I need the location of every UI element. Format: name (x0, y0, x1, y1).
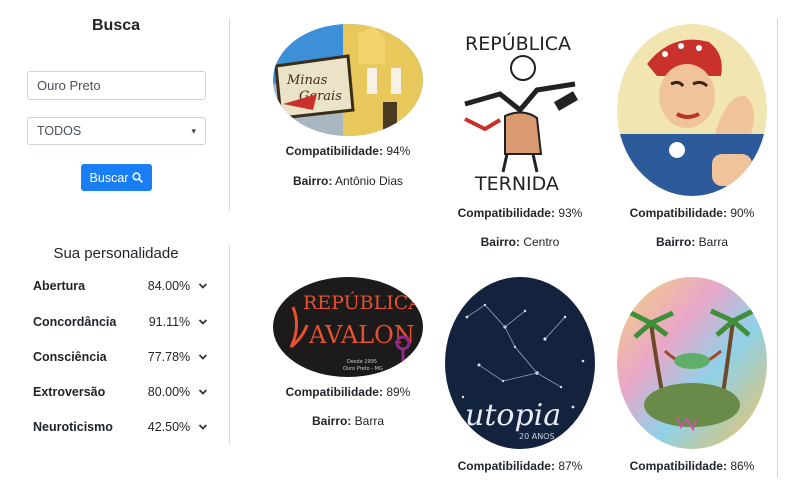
search-icon (132, 172, 144, 183)
trait-row-neuroticismo[interactable]: Neuroticismo 42.50% (33, 418, 208, 436)
trait-name: Concordância (33, 315, 117, 329)
chevron-down-icon[interactable] (198, 281, 208, 291)
trait-name: Consciência (33, 350, 107, 364)
svg-text:Minas: Minas (286, 73, 328, 88)
search-button[interactable]: Buscar (81, 164, 152, 191)
sidebar: Busca TODOS ▾ Buscar Sua personalidade A… (0, 0, 232, 482)
compat-text: Compatibilidade: 86% (629, 459, 755, 473)
chevron-down-icon[interactable] (198, 422, 208, 432)
trait-name: Neuroticismo (33, 420, 113, 434)
republica-image[interactable] (617, 24, 767, 196)
trait-value: 77.78% (147, 350, 191, 364)
svg-text:REPÚBLICA: REPÚBLICA (303, 291, 422, 314)
republica-image[interactable]: utopia 20 ANOS (445, 277, 595, 449)
svg-text:20 ANOS: 20 ANOS (519, 432, 555, 441)
trait-row-extroversao[interactable]: Extroversão 80.00% (33, 383, 208, 401)
compat-text: Compatibilidade: 90% (629, 206, 755, 220)
svg-text:REPÚBLICA: REPÚBLICA (465, 31, 571, 55)
compat-text: Compatibilidade: 87% (457, 459, 583, 473)
trait-row-abertura[interactable]: Abertura 84.00% (33, 277, 208, 295)
trait-row-consciencia[interactable]: Consciência 77.78% (33, 348, 208, 366)
city-search-input[interactable] (27, 71, 206, 100)
compat-text: Compatibilidade: 89% (285, 385, 411, 399)
svg-text:Ouro Preto - MG: Ouro Preto - MG (343, 366, 383, 372)
sidebar-divider (229, 246, 230, 444)
chevron-down-icon[interactable] (198, 352, 208, 362)
trait-value: 42.50% (147, 420, 191, 434)
trait-name: Extroversão (33, 385, 106, 399)
trait-name: Abertura (33, 279, 86, 293)
compat-text: Compatibilidade: 94% (285, 144, 411, 158)
trait-value: 91.11% (148, 315, 191, 329)
bairro-text: Bairro: Antônio Dias (292, 174, 404, 188)
svg-text:utopia: utopia (465, 398, 561, 433)
personality-title: Sua personalidade (53, 245, 179, 262)
bairro-text: Bairro: Barra (655, 235, 729, 249)
search-title: Busca (91, 17, 141, 34)
trait-value: 80.00% (147, 385, 191, 399)
caret-down-icon: ▾ (191, 125, 196, 136)
svg-text:TERNIDA: TERNIDA (474, 173, 559, 195)
search-button-label: Buscar (89, 170, 129, 185)
republica-image[interactable] (617, 277, 767, 449)
chevron-down-icon[interactable] (198, 317, 208, 327)
type-select-value: TODOS (37, 124, 82, 138)
republica-image[interactable]: REPÚBLICA TERNIDA (445, 24, 595, 196)
trait-row-concordancia[interactable]: Concordância 91.11% (33, 313, 208, 331)
compat-text: Compatibilidade: 93% (457, 206, 583, 220)
bairro-text: Bairro: Barra (311, 414, 385, 428)
chevron-down-icon[interactable] (198, 387, 208, 397)
type-select[interactable]: TODOS ▾ (27, 117, 206, 145)
bairro-text: Bairro: Centro (480, 235, 560, 249)
sidebar-divider (229, 18, 230, 210)
trait-value: 84.00% (147, 279, 191, 293)
svg-text:Desde 1995: Desde 1995 (347, 359, 377, 365)
republica-image[interactable]: REPÚBLICA AVALON Desde 1995 Ouro Preto -… (273, 277, 423, 377)
republica-image[interactable]: Minas Gerais (273, 24, 423, 136)
